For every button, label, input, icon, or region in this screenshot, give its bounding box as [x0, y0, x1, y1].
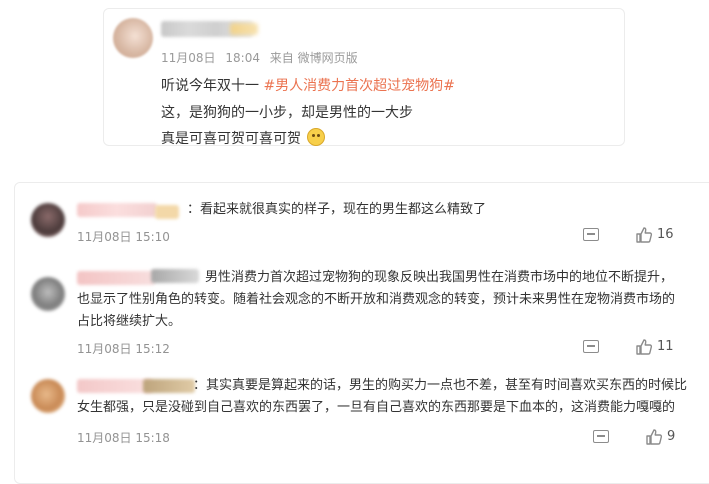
comment-time: 11月08日 15:12: [77, 342, 170, 356]
reply-icon[interactable]: [593, 430, 609, 443]
comment-text-line: ：看起来就很真实的样子，现在的男生都这么精致了: [187, 202, 487, 217]
commenter-avatar[interactable]: [31, 277, 65, 311]
commenter-name-blurred[interactable]: [77, 271, 155, 285]
commenter-avatar[interactable]: [31, 379, 65, 413]
comment-text: 男性消费力首次超过宠物狗的现象反映出我国男性在消费市场中的地位不断提升， 也显示…: [77, 267, 709, 333]
post-date[interactable]: 11月08日: [161, 51, 216, 65]
commenter-badge-blurred: [155, 205, 179, 219]
commenter-name-blurred[interactable]: [77, 203, 157, 217]
post-meta: 11月08日 18:04 来自 微博网页版: [161, 49, 364, 66]
thumbs-up-icon[interactable]: [645, 428, 663, 446]
like-count: 16: [657, 227, 674, 242]
post-text-line-3-text: 真是可喜可贺可喜可贺: [161, 131, 301, 147]
commenter-avatar[interactable]: [31, 203, 65, 237]
commenter-badge-blurred: [143, 379, 195, 393]
post-text-line-1: 听说今年双十一 #男人消费力首次超过宠物狗#: [161, 75, 455, 95]
post-time[interactable]: 18:04: [225, 51, 260, 65]
post-hashtag-link[interactable]: #男人消费力首次超过宠物狗#: [263, 78, 454, 94]
like-count: 11: [657, 339, 674, 354]
comment-text: ：看起来就很真实的样子，现在的男生都这么精致了: [187, 199, 697, 221]
post-source: 来自 微博网页版: [269, 51, 358, 65]
comment-text-line: 也显示了性别角色的转变。随着社会观念的不断开放和消费观念的转变，预计未来男性在宠…: [77, 292, 676, 307]
doge-emoji-icon: [307, 128, 325, 146]
thumbs-up-icon[interactable]: [635, 226, 653, 244]
reply-icon[interactable]: [583, 228, 599, 241]
original-post-card: 11月08日 18:04 来自 微博网页版 听说今年双十一 #男人消费力首次超过…: [103, 8, 625, 148]
post-text-line-3: 真是可喜可贺可喜可贺: [161, 128, 325, 148]
post-author-badge-blurred: [230, 23, 258, 35]
commenter-name-blurred[interactable]: [77, 379, 153, 393]
commenter-badge-blurred: [151, 269, 199, 283]
comment-text: ：其实真要是算起来的话，男生的购买力一点也不差，甚至有时间喜欢买东西的时候比 女…: [77, 375, 703, 419]
like-count: 9: [667, 429, 676, 444]
post-text-prefix: 听说今年双十一: [161, 78, 264, 94]
comment-text-line: 占比将继续扩大。: [77, 314, 182, 329]
post-author-avatar[interactable]: [113, 18, 153, 58]
comment-text-line: 男性消费力首次超过宠物狗的现象反映出我国男性在消费市场中的地位不断提升，: [205, 270, 674, 285]
comment-time: 11月08日 15:18: [77, 431, 170, 445]
comment-text-line: 女生都强，只是没碰到自己喜欢的东西罢了，一旦有自己喜欢的东西那要是下血本的，这消…: [77, 400, 676, 415]
reply-icon[interactable]: [583, 340, 599, 353]
comment-time: 11月08日 15:10: [77, 230, 170, 244]
comment-text-line: ：其实真要是算起来的话，男生的购买力一点也不差，甚至有时间喜欢买东西的时候比: [193, 378, 688, 393]
post-text-line-2: 这，是狗狗的一小步，却是男性的一大步: [161, 105, 413, 121]
thumbs-up-icon[interactable]: [635, 338, 653, 356]
comments-panel: ：看起来就很真实的样子，现在的男生都这么精致了 11月08日 15:10 16 …: [14, 182, 709, 484]
